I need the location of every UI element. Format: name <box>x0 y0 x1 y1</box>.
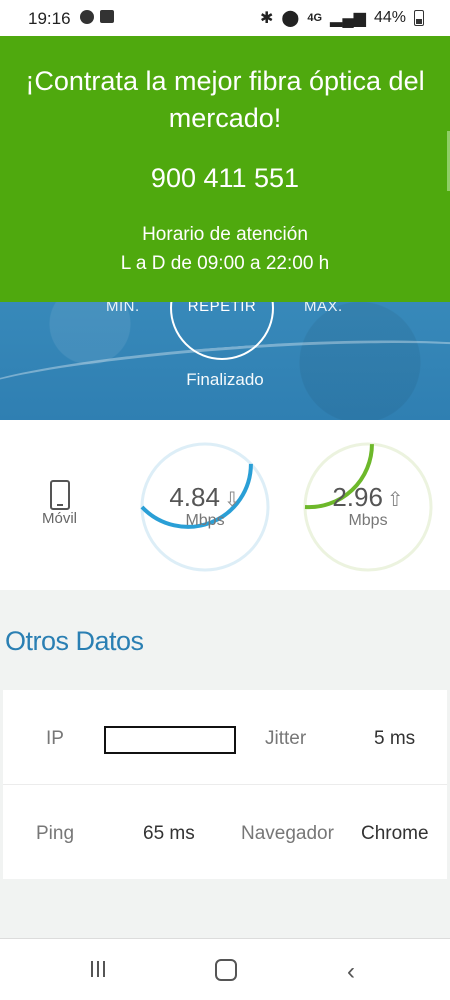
signal-icon: ▂▄▆ <box>330 10 366 27</box>
promo-phone[interactable]: 900 411 551 <box>0 163 450 194</box>
ping-value: 65 ms <box>143 823 195 844</box>
battery-percent: 44% <box>373 9 406 26</box>
promo-hours-heading: Horario de atención <box>142 224 308 245</box>
row-divider <box>3 784 447 785</box>
status-time: 19:16 <box>28 9 71 28</box>
section-title: Otros Datos <box>5 626 144 656</box>
battery-icon <box>414 10 424 26</box>
back-icon[interactable]: ‹ <box>347 958 355 986</box>
home-icon[interactable] <box>215 959 237 981</box>
download-unit: Mbps <box>185 512 225 529</box>
location-icon: ⬤ <box>281 10 300 27</box>
other-data-section: Otros Datos IP Jitter 5 ms Ping 65 ms Na… <box>0 590 450 940</box>
upload-value: 2.96 <box>332 482 383 512</box>
system-nav-bar: ‹ <box>0 938 450 1000</box>
upload-gauge: 2.96 ⇧ Mbps <box>301 440 435 574</box>
download-arrow-icon: ⇩ <box>223 489 241 511</box>
recents-icon[interactable] <box>91 961 105 977</box>
status-bar: 19:16 ✱ ⬤ 4G ▂▄▆ 44% <box>0 0 450 36</box>
phone-icon <box>50 480 70 510</box>
upload-unit: Mbps <box>348 512 388 529</box>
promo-banner[interactable]: ¡Contrata la mejor fibra óptica del merc… <box>0 33 450 302</box>
browser-value: Chrome <box>361 823 429 844</box>
download-value: 4.84 <box>169 482 220 512</box>
network-type: 4G <box>307 12 323 24</box>
test-status: Finalizado <box>186 370 264 389</box>
device-label: Móvil <box>42 510 78 527</box>
promo-hours: L a D de 09:00 a 22:00 h <box>120 253 330 274</box>
browser-label: Navegador <box>241 823 334 844</box>
upload-arrow-icon: ⇧ <box>386 489 404 511</box>
results-panel: Móvil 4.84 ⇩ Mbps 2.96 ⇧ Mbps <box>0 420 450 590</box>
image-icon <box>100 10 114 23</box>
bluetooth-icon: ✱ <box>260 10 274 27</box>
whatsapp-icon <box>80 10 94 24</box>
ping-label: Ping <box>36 823 75 844</box>
promo-title: ¡Contrata la mejor fibra óptica del merc… <box>25 66 425 133</box>
jitter-value: 5 ms <box>374 728 416 749</box>
download-gauge: 4.84 ⇩ Mbps <box>138 440 272 574</box>
data-card: IP Jitter 5 ms Ping 65 ms Navegador Chro… <box>3 690 447 879</box>
ip-value-redacted <box>104 726 236 754</box>
jitter-label: Jitter <box>265 728 307 749</box>
ip-label: IP <box>46 728 64 749</box>
